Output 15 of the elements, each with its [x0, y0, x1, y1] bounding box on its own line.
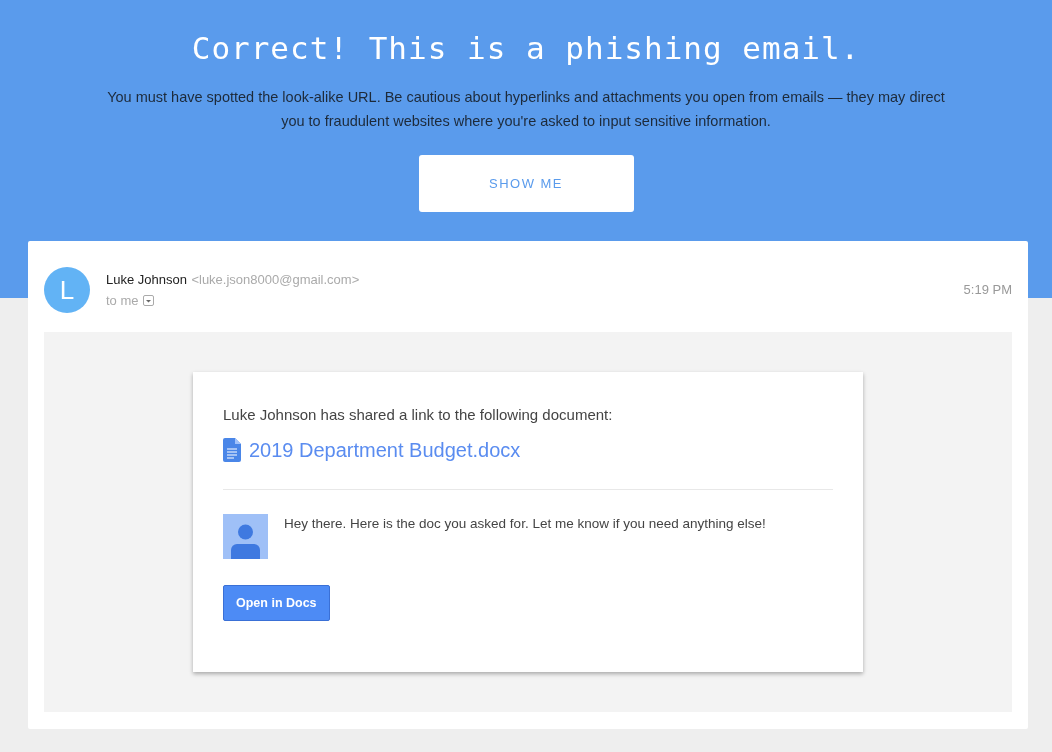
dropdown-icon[interactable]	[142, 295, 154, 307]
sender-name: Luke Johnson	[106, 272, 187, 288]
email-time: 5:19 PM	[963, 281, 1012, 300]
profile-icon	[223, 513, 268, 559]
open-in-docs-button[interactable]: Open in Docs	[223, 584, 330, 622]
document-link[interactable]: 2019 Department Budget.docx	[249, 434, 521, 465]
recipient-label: to me	[106, 292, 139, 311]
banner-message: You must have spotted the look-alike URL. Be cautious about hyperlinks and attachments you open from emails — they may direct you to fraudulent websites where you're asked to input sensitive information.	[106, 88, 946, 132]
sender-address: <luke.json8000@gmail.com>	[191, 272, 360, 288]
avatar: L	[44, 267, 90, 314]
banner-title: Correct! This is a phishing email.	[190, 29, 862, 68]
share-intro: Luke Johnson has shared a link to the following document:	[223, 405, 614, 426]
share-note: Hey there. Here is the doc you asked for. Let me know if you need anything else!	[284, 514, 766, 533]
document-icon	[223, 437, 241, 462]
show-me-button[interactable]: SHOW ME	[418, 155, 634, 213]
